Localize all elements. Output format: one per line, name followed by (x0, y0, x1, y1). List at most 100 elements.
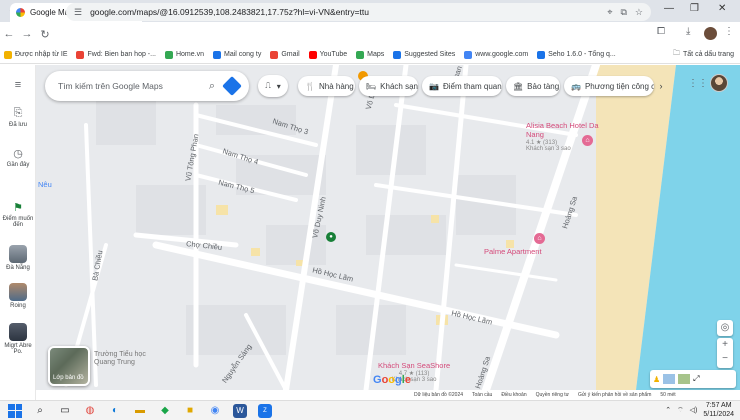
profile-avatar[interactable] (704, 27, 717, 40)
bookmark-item[interactable]: Fwd: Bien ban hop -... (76, 50, 156, 59)
chip-label: Phương tiện công cộng (584, 81, 654, 91)
my-location-icon[interactable]: ◎ (717, 320, 733, 336)
transit-filter-chip[interactable]: ⎍ ▾ (258, 75, 288, 97)
task-view-icon[interactable]: ▭ (58, 404, 72, 418)
chevron-up-icon[interactable]: ⌃ (665, 406, 671, 414)
download-icon[interactable]: ⤓ (686, 26, 690, 37)
layers-label: Lớp bản đồ (53, 375, 84, 381)
browser-toolbar: ← → ↻ (0, 22, 740, 46)
account-avatar[interactable] (710, 74, 728, 92)
recent-place-2[interactable]: Roing (0, 283, 36, 309)
bookmark-favicon-icon (164, 50, 173, 59)
bookmark-item[interactable]: Được nhập từ IE (4, 50, 67, 59)
zoom-app-icon[interactable]: Z (258, 403, 272, 418)
recent-place-1[interactable]: Đà Nẵng (0, 245, 36, 271)
bookmark-star-icon[interactable]: ☆ (635, 7, 643, 18)
chips-next-icon[interactable]: › (652, 76, 670, 96)
minimize-icon[interactable]: — (664, 3, 674, 14)
forward-icon[interactable]: → (18, 28, 36, 40)
bookmark-favicon-icon (356, 50, 365, 59)
search-icon[interactable]: ⌕ (209, 80, 215, 93)
attribution-link[interactable]: Quyền riêng tư (536, 392, 569, 398)
poi-alisia[interactable]: Alisia Beach Hotel Da Nang 4.1 ★ (313) K… (526, 121, 606, 152)
bookmark-label: Gmail (281, 51, 300, 58)
bookmark-item[interactable]: Home.vn (164, 50, 204, 59)
google-apps-icon[interactable]: ⋮⋮ (688, 78, 708, 89)
pegman-icon[interactable]: ♟ (653, 375, 660, 384)
maps-left-rail: ≡ ⎘ Đã lưu ◷ Gần đây ⚑ Điểm muốn đến Đà Nẵn… (0, 65, 36, 401)
photo-thumb-icon[interactable] (663, 374, 676, 384)
chrome-icon[interactable]: ◉ (208, 404, 222, 418)
app-icon[interactable]: ◍ (83, 404, 97, 418)
directions-icon[interactable] (222, 76, 242, 96)
system-tray: ⌃ ⌔ ◁) 7:57 AM 5/11/2024 (665, 401, 734, 419)
word-icon[interactable]: W (233, 403, 247, 418)
close-window-icon[interactable]: ✕ (718, 3, 726, 14)
folder-icon[interactable]: ■ (183, 404, 197, 418)
clock[interactable]: 7:57 AM 5/11/2024 (703, 401, 734, 419)
attribution-link[interactable]: Gửi ý kiến phản hồi về sản phẩm (578, 392, 651, 398)
bookmark-label: Fwd: Bien ban hop -... (87, 51, 156, 58)
bookmark-item[interactable]: Seho 1.6.0 - Tổng q... (537, 50, 616, 59)
bookmark-item[interactable]: Maps (356, 50, 384, 59)
network-icon[interactable]: ⌔ (677, 406, 684, 415)
install-app-icon[interactable]: ⧉ (620, 7, 626, 18)
search-taskbar-icon[interactable]: ⌕ (33, 404, 47, 418)
map-graphics (36, 65, 740, 390)
edge-icon[interactable]: ◐ (108, 404, 122, 418)
history-icon: ◷ (13, 148, 23, 160)
windows-start-icon[interactable] (8, 403, 22, 418)
poi-school[interactable]: Trường Tiểu học Quang Trung (94, 351, 164, 367)
park-pin-icon[interactable]: ● (326, 232, 336, 242)
address-bar[interactable]: ☰ google.com/maps/@16.0912539,108.248382… (66, 3, 651, 21)
menu-dots-icon[interactable]: ⋮ (724, 26, 734, 37)
bookmark-item[interactable]: www.google.com (464, 50, 528, 59)
attribution-link[interactable]: Toàn cầu (472, 392, 492, 398)
recent-place-3[interactable]: Migrt Abre Po. (0, 323, 36, 355)
map-canvas[interactable]: Nam Thọ 3 Nam Thọ 4 Nam Thọ 5 Vũ Tông Ph… (36, 65, 740, 390)
zoom-in-icon[interactable]: + (717, 338, 733, 352)
attribution-link[interactable]: Điều khoản (501, 392, 526, 398)
chip-attractions[interactable]: 📷 Điểm tham quan (422, 76, 502, 96)
apartment-pin-icon[interactable]: ⌂ (534, 233, 545, 244)
search-input[interactable]: Tìm kiếm trên Google Maps (58, 81, 199, 91)
restore-icon[interactable]: ❐ (690, 3, 699, 14)
back-icon[interactable]: ← (0, 28, 18, 40)
chip-hotels[interactable]: 🛏 Khách sạn (359, 76, 418, 96)
bookmark-item[interactable]: Mail cong ty (212, 50, 261, 59)
chip-restaurants[interactable]: 🍴 Nhà hàng (298, 76, 355, 96)
chip-label: Bảo tàng (527, 81, 560, 91)
poi-alisia-sub: Khách sạn 3 sao (526, 146, 571, 152)
poi-palme[interactable]: Palme Apartment (484, 247, 542, 256)
scale-label[interactable]: 50 mét (660, 392, 675, 398)
fork-knife-icon: 🍴 (305, 81, 315, 91)
reload-icon[interactable]: ↻ (36, 28, 54, 41)
poi-alisia-rating: 4.1 ★ (313) (526, 140, 558, 146)
expand-icon[interactable]: ⤢ (693, 374, 699, 384)
layers-toggle[interactable]: Lớp bản đồ (48, 346, 90, 386)
volume-icon[interactable]: ◁) (690, 406, 698, 414)
hotel-pin-icon[interactable]: ⌂ (582, 135, 593, 146)
location-icon[interactable]: ⌖ (607, 7, 612, 18)
url-text[interactable]: google.com/maps/@16.0912539,108.2483821,… (90, 7, 599, 17)
zoom-out-icon[interactable]: − (717, 352, 733, 366)
chip-museums[interactable]: 🏛 Bảo tàng (506, 76, 560, 96)
want-to-go-button[interactable]: ⚑ Điểm muốn đến (0, 201, 36, 228)
bookmark-item[interactable]: Suggested Sites (393, 50, 456, 59)
chip-transit[interactable]: 🚌Phương tiện công cộng (564, 76, 654, 96)
bookmark-item[interactable]: Gmail (270, 50, 300, 59)
app-icon[interactable]: ◆ (158, 404, 172, 418)
bookmark-item[interactable]: YouTube (308, 50, 347, 59)
file-explorer-icon[interactable]: ▬ (133, 404, 147, 418)
menu-button[interactable]: ≡ (0, 79, 36, 93)
photo-thumb-icon[interactable] (678, 374, 691, 384)
recent-button[interactable]: ◷ Gần đây (0, 147, 36, 168)
bookmark-label: Suggested Sites (404, 51, 456, 58)
all-bookmarks[interactable]: 🗀 Tất cả dấu trang (673, 49, 734, 60)
bed-icon: 🛏 (366, 81, 377, 91)
bookmark-favicon-icon (270, 50, 279, 59)
search-box[interactable]: Tìm kiếm trên Google Maps ⌕ (45, 71, 249, 101)
saved-button[interactable]: ⎘ Đã lưu (0, 107, 36, 128)
site-info-icon[interactable]: ☰ (74, 7, 82, 18)
extensions-icon[interactable]: ⧠ (657, 26, 665, 37)
